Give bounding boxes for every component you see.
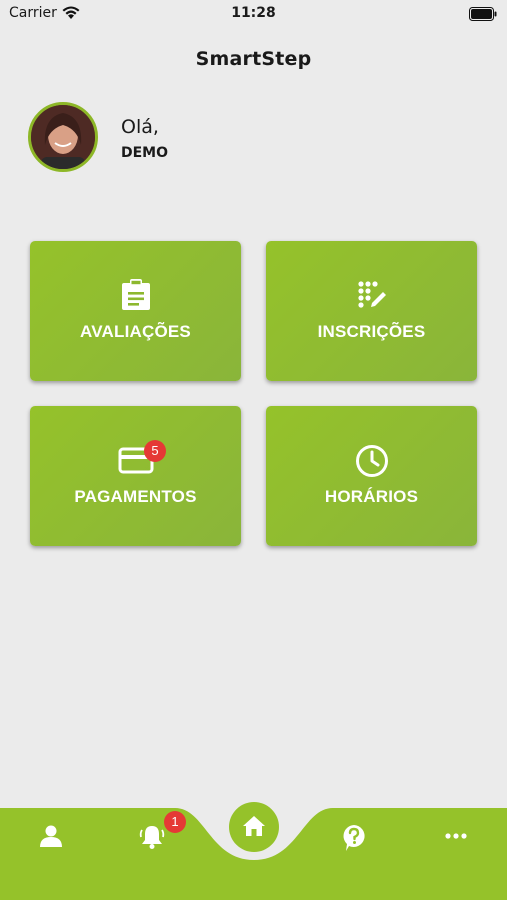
- nav-profile[interactable]: [31, 824, 71, 856]
- more-icon: [444, 833, 468, 852]
- clock-icon: [266, 444, 477, 482]
- horarios-button[interactable]: HORÁRIOS: [266, 406, 477, 546]
- avaliacoes-label: AVALIAÇÕES: [80, 322, 191, 341]
- horarios-label: HORÁRIOS: [324, 487, 419, 506]
- nav-more[interactable]: [436, 824, 476, 856]
- credit-card-icon: [30, 444, 241, 480]
- help-icon: [341, 825, 367, 856]
- avaliacoes-button[interactable]: AVALIAÇÕES: [30, 241, 241, 381]
- payments-badge: 5: [144, 440, 166, 462]
- page-title: SmartStep: [195, 48, 312, 70]
- profile-icon: [39, 825, 63, 852]
- nav-help[interactable]: [334, 824, 374, 856]
- home-icon: [242, 815, 266, 841]
- user-name: DEMO: [121, 145, 169, 161]
- nav-home-button[interactable]: [229, 802, 279, 852]
- status-time: 11:28: [231, 5, 276, 21]
- clipboard-icon: [30, 279, 241, 315]
- notifications-badge: 1: [164, 811, 186, 833]
- inscricoes-label: INSCRIÇÕES: [317, 322, 426, 341]
- greeting-text: Olá,: [121, 116, 159, 138]
- status-bar: Carrier 11:28: [0, 0, 507, 28]
- pagamentos-button[interactable]: 5 PAGAMENTOS: [30, 406, 241, 546]
- avatar[interactable]: [28, 102, 98, 172]
- inscricoes-button[interactable]: INSCRIÇÕES: [266, 241, 477, 381]
- bell-icon: [139, 826, 165, 854]
- battery-icon: [469, 6, 497, 25]
- dots-pencil-icon: [266, 279, 477, 315]
- pagamentos-label: PAGAMENTOS: [74, 487, 197, 506]
